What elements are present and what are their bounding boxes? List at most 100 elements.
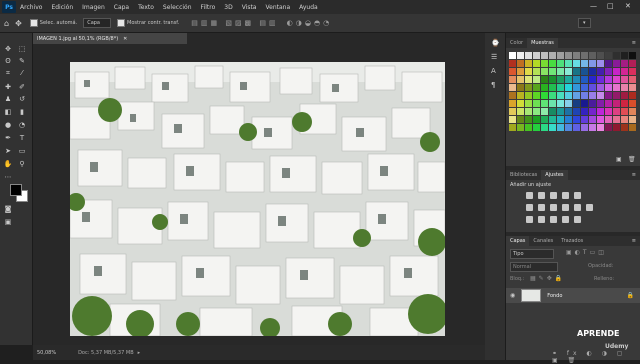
color-swatch[interactable] <box>573 124 580 131</box>
color-swatch[interactable] <box>605 68 612 75</box>
color-swatch[interactable] <box>573 108 580 115</box>
color-swatch[interactable] <box>613 68 620 75</box>
color-swatch[interactable] <box>613 100 620 107</box>
color-swatch[interactable] <box>605 76 612 83</box>
color-swatch[interactable] <box>517 84 524 91</box>
color-swatch[interactable] <box>629 108 636 115</box>
move-tool-icon[interactable]: ✥ <box>15 19 22 28</box>
color-lookup-adjust-icon[interactable] <box>586 204 593 211</box>
color-swatch[interactable] <box>525 84 532 91</box>
color-swatch[interactable] <box>565 68 572 75</box>
levels-adjust-icon[interactable] <box>538 192 545 199</box>
color-swatch[interactable] <box>557 52 564 59</box>
minimize-button[interactable]: — <box>590 2 597 10</box>
workspace-dropdown[interactable]: ▾ <box>578 18 591 28</box>
color-swatch[interactable] <box>533 76 540 83</box>
color-swatch[interactable] <box>533 52 540 59</box>
stamp-tool-icon[interactable]: ♟ <box>3 95 13 104</box>
color-swatch[interactable] <box>581 108 588 115</box>
color-swatch[interactable] <box>629 92 636 99</box>
color-swatch[interactable] <box>589 116 596 123</box>
color-swatch[interactable] <box>597 92 604 99</box>
layer-filter-icons[interactable]: ▣◐T▭◫ <box>566 249 607 256</box>
color-swatch[interactable] <box>525 76 532 83</box>
delete-swatch-icon[interactable]: 🗑 <box>628 156 636 163</box>
color-swatch[interactable] <box>621 60 628 67</box>
color-swatch[interactable] <box>597 108 604 115</box>
color-swatch[interactable] <box>613 108 620 115</box>
color-swatch[interactable] <box>509 124 516 131</box>
color-swatch[interactable] <box>589 100 596 107</box>
color-swatch[interactable] <box>549 76 556 83</box>
visibility-eye-icon[interactable]: ◉ <box>510 292 515 299</box>
color-swatch[interactable] <box>573 60 580 67</box>
color-swatch[interactable] <box>613 124 620 131</box>
brightness-adjust-icon[interactable] <box>526 192 533 199</box>
color-swatch[interactable] <box>597 68 604 75</box>
color-swatch[interactable] <box>597 76 604 83</box>
properties-panel-icon[interactable]: ☰ <box>491 53 497 61</box>
color-swatch[interactable] <box>565 84 572 91</box>
close-tab-icon[interactable]: ✕ <box>123 36 127 42</box>
color-swatch[interactable] <box>565 108 572 115</box>
color-swatch[interactable] <box>557 76 564 83</box>
zoom-tool-icon[interactable]: ⚲ <box>17 160 27 169</box>
color-swatch[interactable] <box>533 100 540 107</box>
color-swatch[interactable] <box>605 100 612 107</box>
tab-libraries[interactable]: Bibliotecas <box>506 170 541 180</box>
color-swatch[interactable] <box>581 52 588 59</box>
color-swatch[interactable] <box>589 92 596 99</box>
menu-archivo[interactable]: Archivo <box>20 4 42 11</box>
color-swatch[interactable] <box>541 76 548 83</box>
color-swatch[interactable] <box>525 92 532 99</box>
layer-footer-icons[interactable]: ⚭ fx ◐ ◑ ▢ ▣ 🗑 <box>552 350 640 364</box>
color-swatch[interactable] <box>621 76 628 83</box>
menu-vista[interactable]: Vista <box>242 4 257 11</box>
color-swatch[interactable] <box>557 124 564 131</box>
auto-select-checkbox[interactable] <box>29 19 38 27</box>
color-swatch[interactable] <box>597 124 604 131</box>
color-swatch[interactable] <box>621 52 628 59</box>
color-swatch[interactable] <box>573 76 580 83</box>
color-swatch[interactable] <box>621 68 628 75</box>
color-swatch[interactable] <box>517 76 524 83</box>
color-swatch[interactable] <box>525 68 532 75</box>
color-swatch[interactable] <box>589 76 596 83</box>
gradient-tool-icon[interactable]: ▮ <box>17 108 27 117</box>
color-swatch[interactable] <box>549 52 556 59</box>
quick-select-tool-icon[interactable]: ✎ <box>17 57 27 66</box>
color-swatch[interactable] <box>541 84 548 91</box>
color-swatch[interactable] <box>557 116 564 123</box>
color-swatch[interactable] <box>613 84 620 91</box>
color-swatch[interactable] <box>581 116 588 123</box>
quick-mask-icon[interactable]: ◙ <box>3 205 13 214</box>
color-swatch[interactable] <box>573 84 580 91</box>
color-swatch[interactable] <box>517 116 524 123</box>
threshold-adjust-icon[interactable] <box>550 216 557 223</box>
color-swatch[interactable] <box>589 124 596 131</box>
color-swatch[interactable] <box>589 60 596 67</box>
color-swatch[interactable] <box>557 68 564 75</box>
menu-capa[interactable]: Capa <box>114 4 129 11</box>
pen-tool-icon[interactable]: ✒ <box>3 134 13 143</box>
color-swatch[interactable] <box>525 100 532 107</box>
color-swatch[interactable] <box>541 68 548 75</box>
color-swatch[interactable] <box>549 108 556 115</box>
color-swatch[interactable] <box>525 52 532 59</box>
hue-adjust-icon[interactable] <box>526 204 533 211</box>
menu-3d[interactable]: 3D <box>224 4 232 11</box>
color-swatch[interactable] <box>589 84 596 91</box>
type-tool-icon[interactable]: T <box>17 134 27 143</box>
color-swatch[interactable] <box>581 92 588 99</box>
eraser-tool-icon[interactable]: ◧ <box>3 108 13 117</box>
color-swatch[interactable] <box>581 100 588 107</box>
color-swatch[interactable] <box>589 108 596 115</box>
color-swatch[interactable] <box>541 124 548 131</box>
lasso-tool-icon[interactable]: ʘ <box>3 57 13 66</box>
brush-tool-icon[interactable]: ✐ <box>17 83 27 92</box>
posterize-adjust-icon[interactable] <box>538 216 545 223</box>
color-swatch[interactable] <box>589 68 596 75</box>
color-swatch[interactable] <box>565 92 572 99</box>
color-swatch[interactable] <box>549 92 556 99</box>
photo-filter-adjust-icon[interactable] <box>562 204 569 211</box>
